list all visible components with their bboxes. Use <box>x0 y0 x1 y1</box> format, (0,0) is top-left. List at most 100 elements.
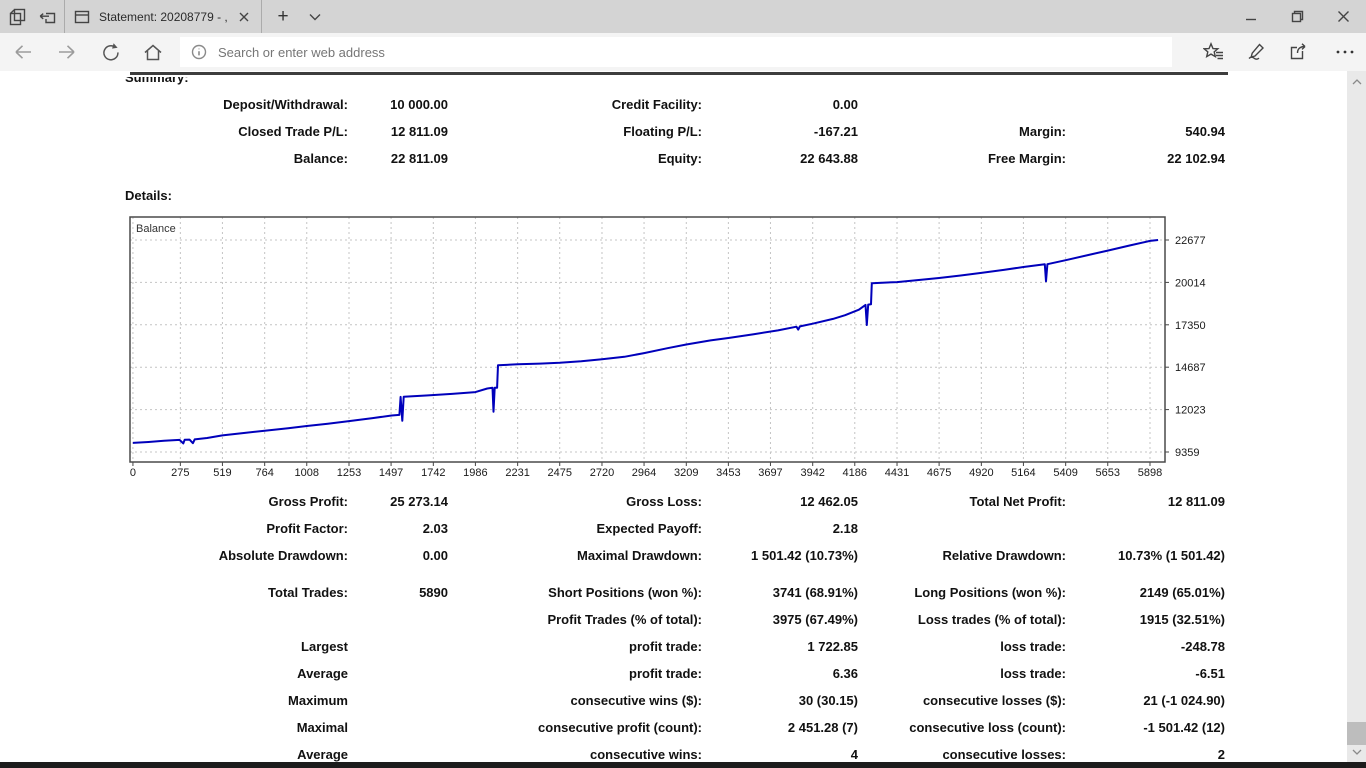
new-tab-button[interactable]: + <box>268 0 298 33</box>
stat-value <box>348 633 448 660</box>
statement-page: Summary: Deposit/Withdrawal:10 000.00Cre… <box>0 71 1366 762</box>
chart-series-label: Balance <box>136 223 176 235</box>
stat-label: Maximal <box>130 714 348 741</box>
balance-line <box>133 240 1158 443</box>
stat-label: Maximal Drawdown: <box>448 542 702 569</box>
stat-value: 30 (30.15) <box>702 687 858 714</box>
stat-value: 12 462.05 <box>702 488 858 515</box>
minimize-icon <box>1245 11 1257 23</box>
share-button[interactable] <box>1284 37 1316 67</box>
chevron-down-icon <box>308 12 322 22</box>
x-axis-label: 1742 <box>421 467 445 479</box>
scroll-down-button[interactable] <box>1347 743 1366 760</box>
favorites-hub-button[interactable] <box>1198 37 1230 67</box>
home-button[interactable] <box>138 37 168 67</box>
stat-value: -6.51 <box>1066 660 1225 687</box>
scroll-up-button[interactable] <box>1347 73 1366 90</box>
y-axis-label: 14687 <box>1175 362 1206 374</box>
tab-close-button[interactable] <box>235 8 253 26</box>
window-controls <box>1228 0 1366 33</box>
stat-label: consecutive losses ($): <box>858 687 1066 714</box>
stat-label <box>858 91 1066 118</box>
trade-stats-table: Total Trades:5890Short Positions (won %)… <box>130 579 1225 768</box>
stat-label <box>858 515 1066 542</box>
stat-label: Balance: <box>130 145 348 172</box>
profit-stats-table: Gross Profit:25 273.14Gross Loss:12 462.… <box>130 488 1225 569</box>
info-icon <box>190 43 208 61</box>
summary-heading: Summary: <box>125 77 189 85</box>
tab-list-button[interactable] <box>300 0 330 33</box>
settings-more-button[interactable] <box>1329 37 1361 67</box>
stat-value: 2.03 <box>348 515 448 542</box>
x-axis-label: 2475 <box>547 467 571 479</box>
stat-value: 540.94 <box>1066 118 1225 145</box>
back-button[interactable] <box>8 37 38 67</box>
stat-value: 1 722.85 <box>702 633 858 660</box>
stat-label: consecutive loss (count): <box>858 714 1066 741</box>
x-axis-label: 275 <box>171 467 189 479</box>
stat-value: 12 811.09 <box>348 118 448 145</box>
restore-icon <box>1291 10 1304 23</box>
stat-label: Credit Facility: <box>448 91 702 118</box>
x-axis-label: 5164 <box>1011 467 1035 479</box>
x-axis-label: 2964 <box>632 467 656 479</box>
stat-label: Long Positions (won %): <box>858 579 1066 606</box>
stat-value: 22 811.09 <box>348 145 448 172</box>
stat-value <box>1066 515 1225 542</box>
set-tabs-aside-button[interactable] <box>36 6 60 28</box>
vertical-scrollbar[interactable] <box>1347 71 1366 762</box>
web-note-button[interactable] <box>1241 37 1273 67</box>
x-axis-label: 4920 <box>969 467 993 479</box>
stat-value: 1 501.42 (10.73%) <box>702 542 858 569</box>
stat-label: Gross Loss: <box>448 488 702 515</box>
summary-heading-clipped: Summary: <box>125 77 189 87</box>
address-placeholder: Search or enter web address <box>218 45 385 60</box>
stat-value <box>348 714 448 741</box>
chevron-down-icon <box>1351 748 1363 756</box>
stat-label: consecutive profit (count): <box>448 714 702 741</box>
stat-value: 5890 <box>348 579 448 606</box>
x-axis-label: 3209 <box>674 467 698 479</box>
stat-label: Gross Profit: <box>130 488 348 515</box>
stat-label: Floating P/L: <box>448 118 702 145</box>
forward-button[interactable] <box>52 37 82 67</box>
x-axis-label: 3697 <box>758 467 782 479</box>
stat-value: 3741 (68.91%) <box>702 579 858 606</box>
stat-value: 25 273.14 <box>348 488 448 515</box>
browser-tab[interactable]: Statement: 20208779 - , <box>64 0 262 33</box>
stat-value: 22 102.94 <box>1066 145 1225 172</box>
scrollbar-thumb[interactable] <box>1347 722 1366 745</box>
stat-value: 0.00 <box>348 542 448 569</box>
tabs-set-aside-list-button[interactable] <box>6 6 30 28</box>
stat-value: 2 451.28 (7) <box>702 714 858 741</box>
summary-table: Deposit/Withdrawal:10 000.00Credit Facil… <box>130 91 1225 172</box>
y-axis-label: 9359 <box>1175 447 1199 459</box>
y-axis-label: 22677 <box>1175 235 1206 247</box>
tabs-set-aside-icon <box>8 7 28 27</box>
bottom-taskbar-strip <box>0 762 1366 768</box>
x-axis-label: 5898 <box>1138 467 1162 479</box>
chevron-up-icon <box>1351 78 1363 86</box>
stat-value: -248.78 <box>1066 633 1225 660</box>
tab-bar: Statement: 20208779 - , + <box>0 0 1366 33</box>
stat-value: 2.18 <box>702 515 858 542</box>
stat-value: 10 000.00 <box>348 91 448 118</box>
stat-value: 21 (-1 024.90) <box>1066 687 1225 714</box>
stat-label: profit trade: <box>448 633 702 660</box>
stat-label: Closed Trade P/L: <box>130 118 348 145</box>
stat-value <box>348 660 448 687</box>
x-axis-label: 0 <box>130 467 136 479</box>
x-axis-label: 3942 <box>800 467 824 479</box>
stat-value <box>348 606 448 633</box>
close-window-button[interactable] <box>1320 0 1366 33</box>
stat-value: 10.73% (1 501.42) <box>1066 542 1225 569</box>
restore-button[interactable] <box>1274 0 1320 33</box>
minimize-button[interactable] <box>1228 0 1274 33</box>
arrow-left-icon <box>13 43 33 61</box>
stat-label: Average <box>130 660 348 687</box>
address-bar[interactable]: Search or enter web address <box>180 37 1172 67</box>
table-bottom-border <box>130 72 1228 75</box>
pen-icon <box>1246 42 1268 62</box>
stat-label: Equity: <box>448 145 702 172</box>
refresh-button[interactable] <box>96 37 126 67</box>
